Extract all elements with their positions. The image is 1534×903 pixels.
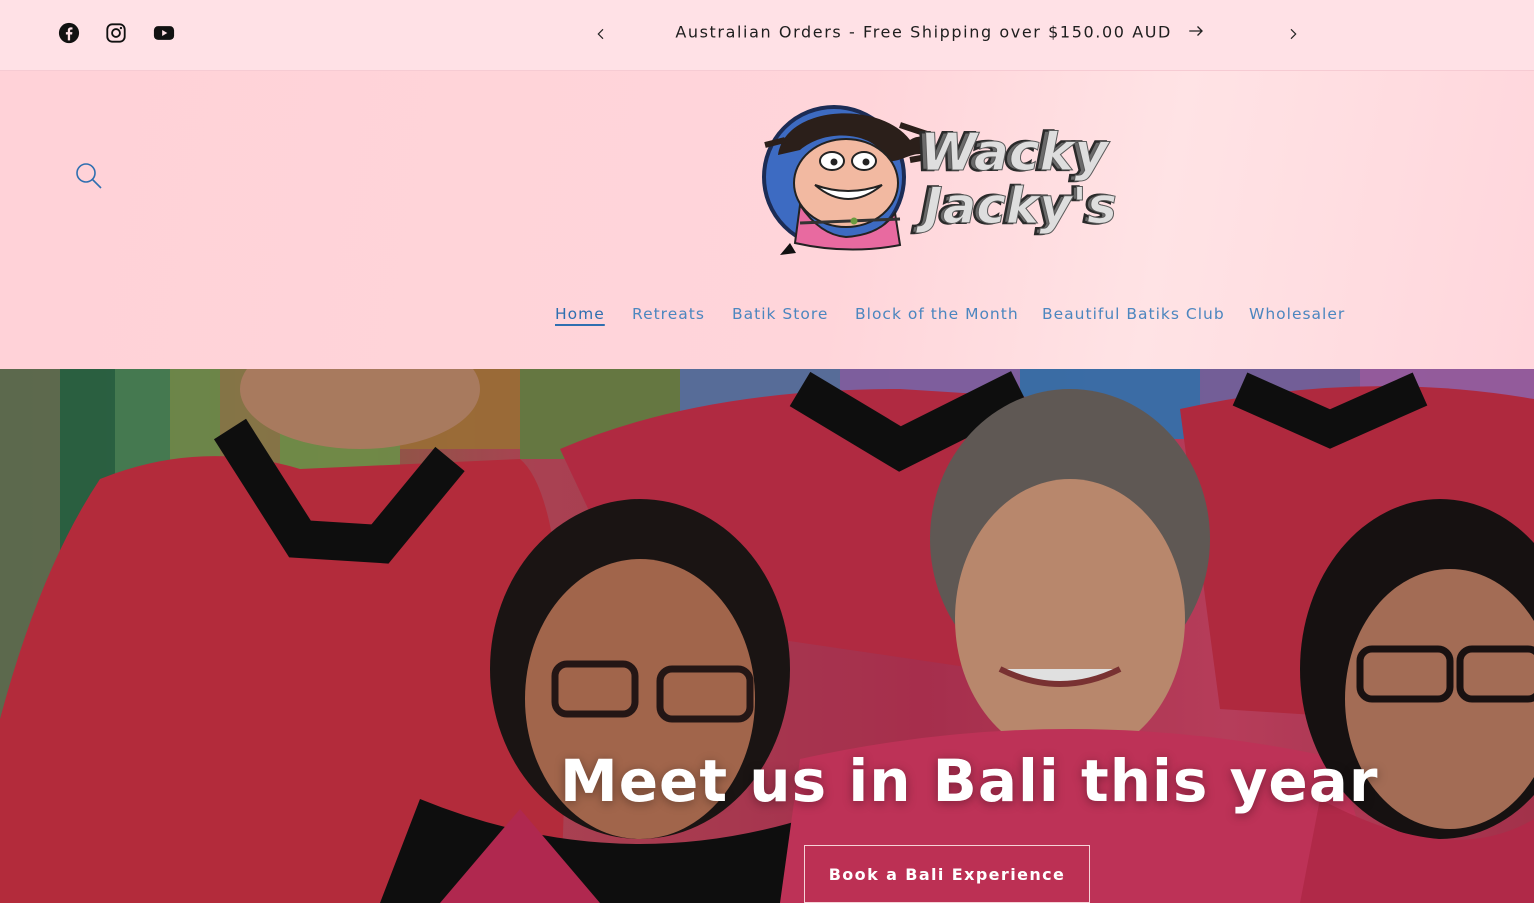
announcement-text: Australian Orders - Free Shipping over $… — [675, 22, 1172, 42]
announcement-link[interactable]: Australian Orders - Free Shipping over $… — [640, 22, 1240, 44]
nav-item-retreats[interactable]: Retreats — [632, 305, 705, 323]
svg-text:Wacky: Wacky — [920, 123, 1110, 183]
arrow-right-icon — [1187, 22, 1205, 44]
announcement-bar: Australian Orders - Free Shipping over $… — [0, 0, 1534, 71]
hero-title: Meet us in Bali this year — [560, 747, 1379, 815]
nav-item-home[interactable]: Home — [555, 305, 605, 323]
site-logo[interactable]: Wacky Wacky Jacky's Jacky's — [760, 95, 1130, 260]
chevron-right-icon[interactable] — [1281, 22, 1305, 46]
nav-item-wholesaler[interactable]: Wholesaler — [1249, 305, 1345, 323]
nav-item-block-of-the-month[interactable]: Block of the Month — [855, 305, 1019, 323]
nav-item-beautiful-batiks-club[interactable]: Beautiful Batiks Club — [1042, 305, 1225, 323]
svg-text:Jacky's: Jacky's — [915, 177, 1117, 235]
site-header: Wacky Wacky Jacky's Jacky's Home Retreat… — [0, 71, 1534, 369]
youtube-icon[interactable] — [151, 20, 177, 46]
book-bali-experience-button[interactable]: Book a Bali Experience — [804, 845, 1090, 903]
facebook-icon[interactable] — [56, 20, 82, 46]
chevron-left-icon[interactable] — [589, 22, 613, 46]
nav-item-batik-store[interactable]: Batik Store — [732, 305, 828, 323]
hero-photo — [0, 369, 1534, 903]
hero-banner: Meet us in Bali this year Book a Bali Ex… — [0, 369, 1534, 903]
instagram-icon[interactable] — [103, 20, 129, 46]
main-nav: Home Retreats Batik Store Block of the M… — [0, 305, 1534, 335]
search-icon[interactable] — [72, 159, 106, 193]
